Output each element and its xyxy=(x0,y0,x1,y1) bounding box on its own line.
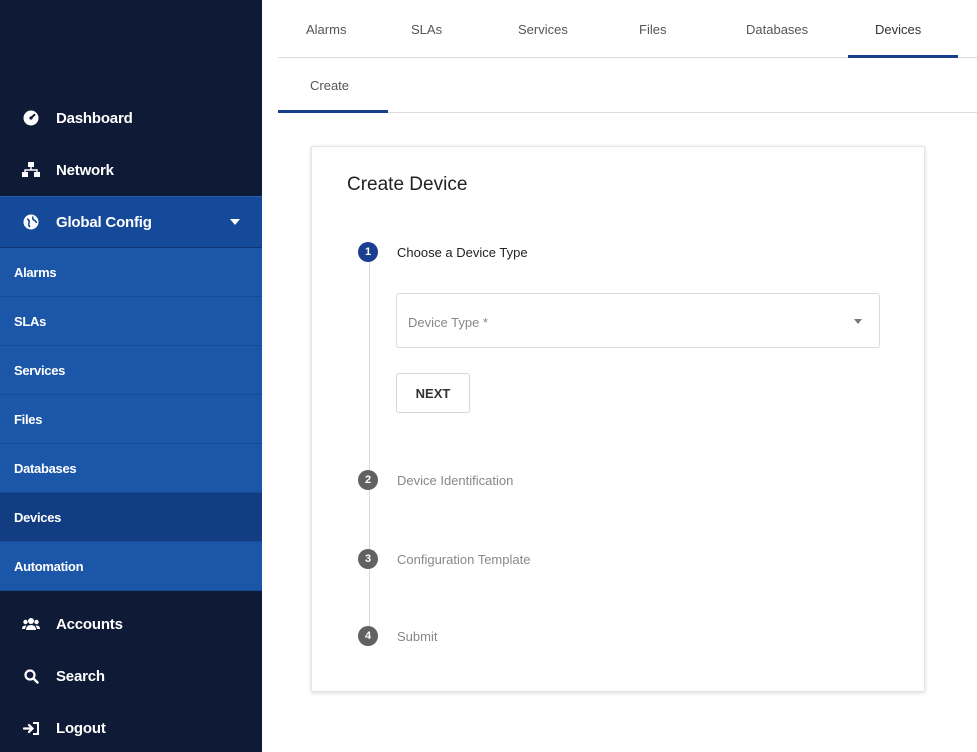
active-subtab-indicator xyxy=(278,110,388,113)
sidebar-subitem-slas[interactable]: SLAs xyxy=(0,297,262,346)
sidebar-subitem-devices[interactable]: Devices xyxy=(0,493,262,542)
search-icon xyxy=(22,667,40,685)
sidebar-item-label: Accounts xyxy=(56,615,123,633)
sidebar-item-label: Global Config xyxy=(56,213,152,231)
step-label: Submit xyxy=(397,628,438,644)
sidebar-nav-top: Dashboard Network Global Config Alarms S… xyxy=(0,92,262,591)
create-device-card: Create Device 1 Choose a Device Type Dev… xyxy=(311,146,925,692)
step-number-badge: 4 xyxy=(358,626,378,646)
step-device-identification[interactable]: 2 Device Identification xyxy=(358,470,513,490)
step-number-badge: 3 xyxy=(358,549,378,569)
step-choose-device-type: 1 Choose a Device Type xyxy=(358,242,528,262)
device-type-placeholder: Device Type * xyxy=(408,315,488,330)
sidebar-subitem-label: Databases xyxy=(14,460,77,476)
sidebar-subitem-label: Services xyxy=(14,362,66,378)
sidebar-item-accounts[interactable]: Accounts xyxy=(0,598,262,650)
tab-slas[interactable]: SLAs xyxy=(411,22,442,37)
step-label: Choose a Device Type xyxy=(397,244,528,260)
sidebar-item-label: Logout xyxy=(56,719,106,737)
step-configuration-template[interactable]: 3 Configuration Template xyxy=(358,549,530,569)
step-submit[interactable]: 4 Submit xyxy=(358,626,437,646)
device-type-select[interactable]: Device Type * xyxy=(396,293,880,348)
tab-devices[interactable]: Devices xyxy=(875,22,921,37)
top-tab-bar: Alarms SLAs Services Files Databases Dev… xyxy=(278,0,977,58)
sidebar-subitem-label: Devices xyxy=(14,509,62,525)
tab-create[interactable]: Create xyxy=(310,78,349,93)
tab-services[interactable]: Services xyxy=(518,22,568,37)
sidebar-item-label: Dashboard xyxy=(56,109,133,127)
tab-databases[interactable]: Databases xyxy=(746,22,808,37)
logout-icon xyxy=(22,719,40,737)
sidebar-item-search[interactable]: Search xyxy=(0,650,262,702)
sidebar-subitem-services[interactable]: Services xyxy=(0,346,262,395)
sidebar-subitem-files[interactable]: Files xyxy=(0,395,262,444)
chevron-down-icon xyxy=(230,219,240,225)
sidebar-subitem-label: Alarms xyxy=(14,264,57,280)
stepper-line xyxy=(369,262,370,632)
step-label: Configuration Template xyxy=(397,551,531,567)
step-number-badge: 1 xyxy=(358,242,378,262)
sub-tab-bar: Create xyxy=(278,58,977,113)
sidebar-subitem-label: Files xyxy=(14,411,43,427)
dropdown-arrow-icon xyxy=(854,319,862,324)
sidebar-item-global-config[interactable]: Global Config xyxy=(0,196,262,248)
sidebar-item-network[interactable]: Network xyxy=(0,144,262,196)
tab-alarms[interactable]: Alarms xyxy=(306,22,346,37)
sidebar-item-dashboard[interactable]: Dashboard xyxy=(0,92,262,144)
accounts-icon xyxy=(22,615,40,633)
sidebar-subitem-alarms[interactable]: Alarms xyxy=(0,248,262,297)
sidebar-subitem-automation[interactable]: Automation xyxy=(0,542,262,591)
sidebar: Dashboard Network Global Config Alarms S… xyxy=(0,0,262,752)
dashboard-icon xyxy=(22,109,40,127)
card-title: Create Device xyxy=(347,174,468,195)
next-button[interactable]: NEXT xyxy=(396,373,470,413)
globe-icon xyxy=(22,213,40,231)
tab-files[interactable]: Files xyxy=(639,22,666,37)
sidebar-nav-bottom: Accounts Search Logout xyxy=(0,598,262,752)
sidebar-subitem-label: SLAs xyxy=(14,313,47,329)
sidebar-subitem-label: Automation xyxy=(14,558,84,574)
sidebar-item-label: Network xyxy=(56,161,114,179)
sidebar-subitem-databases[interactable]: Databases xyxy=(0,444,262,493)
step-label: Device Identification xyxy=(397,472,514,488)
step-number-badge: 2 xyxy=(358,470,378,490)
sidebar-item-logout[interactable]: Logout xyxy=(0,702,262,752)
sidebar-item-label: Search xyxy=(56,667,105,685)
network-icon xyxy=(22,161,40,179)
sidebar-subnav: Alarms SLAs Services Files Databases Dev… xyxy=(0,248,262,591)
